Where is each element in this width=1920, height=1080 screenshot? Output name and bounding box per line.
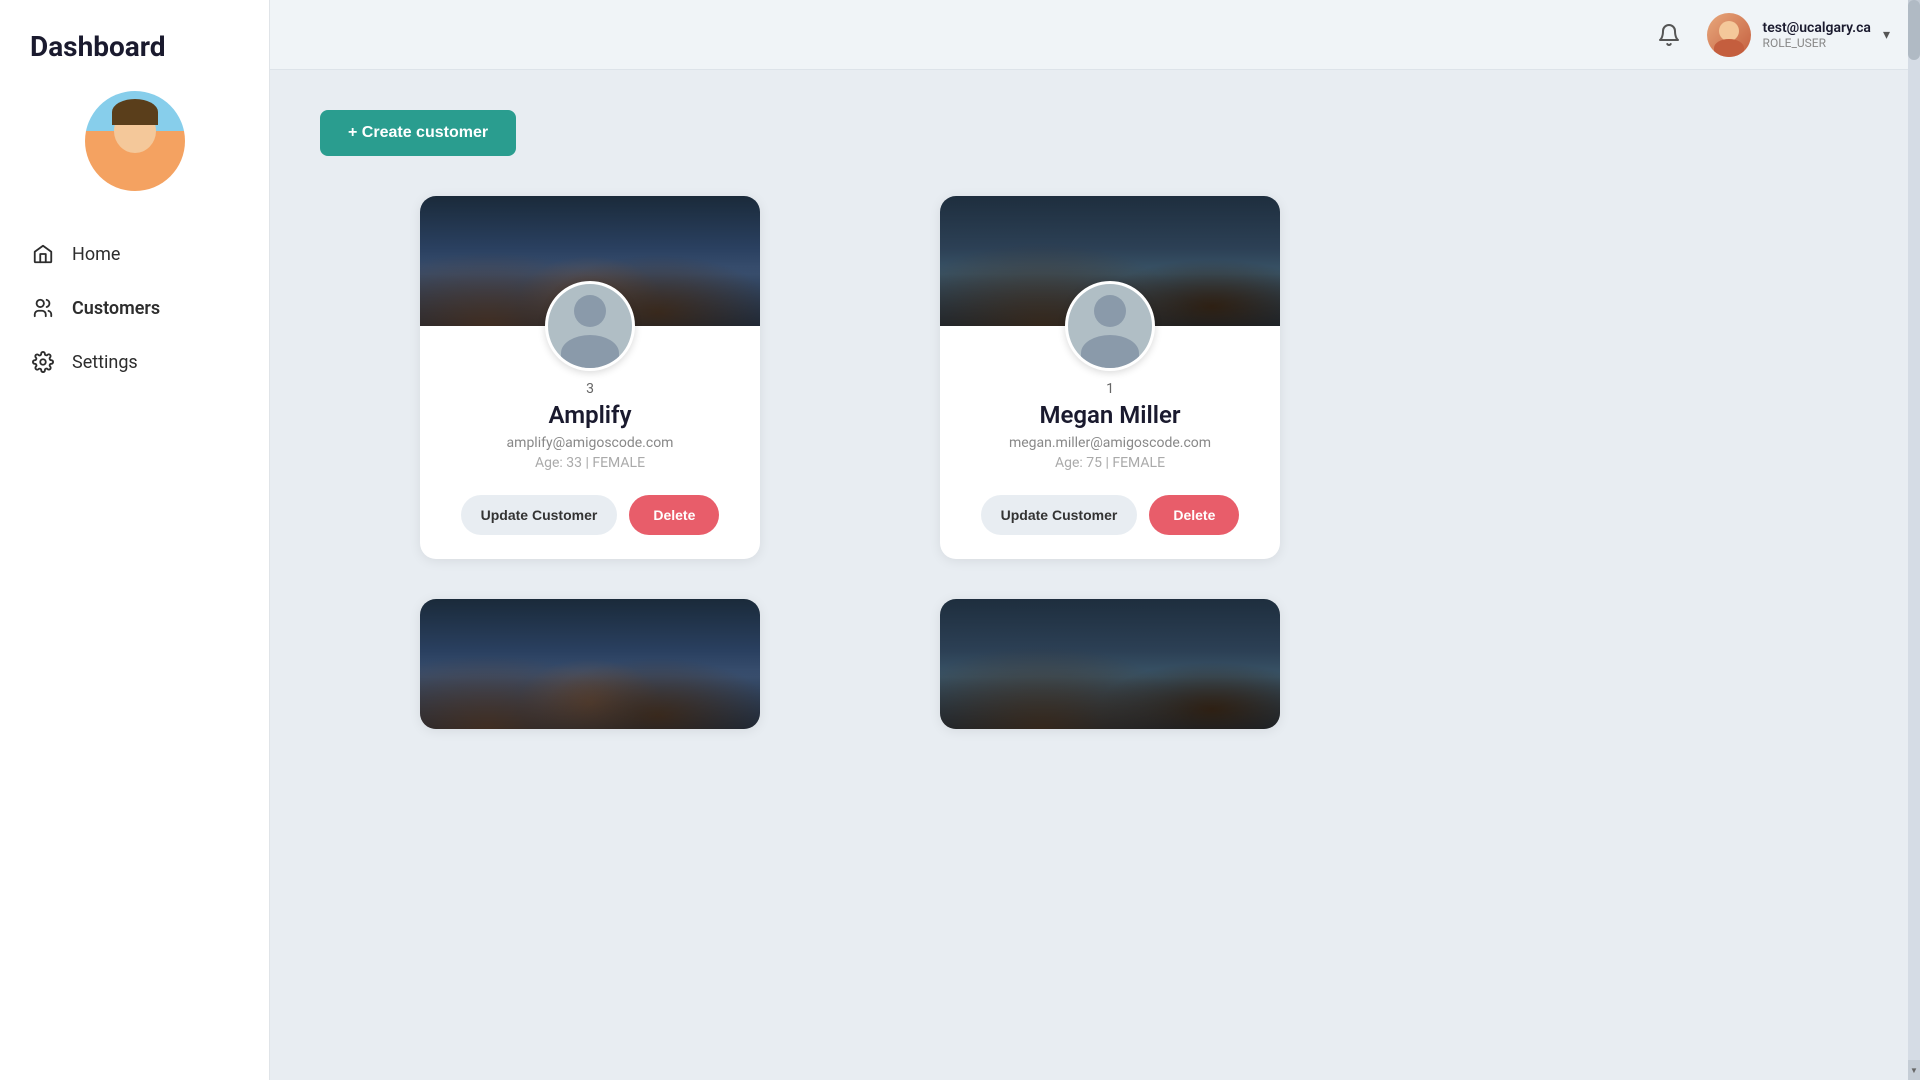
main-area: test@ucalgary.ca ROLE_USER ▾ + Create cu…	[270, 0, 1920, 1080]
card-body-0: 3 Amplify amplify@amigoscode.com Age: 33…	[420, 381, 760, 559]
sidebar-item-settings[interactable]: Settings	[0, 335, 269, 389]
user-email: test@ucalgary.ca	[1763, 20, 1871, 36]
card-avatar-wrapper-0	[420, 281, 760, 371]
gear-icon	[30, 349, 56, 375]
avatar	[85, 91, 185, 191]
customer-card-3	[940, 599, 1280, 729]
sidebar: Dashboard Home Customers	[0, 0, 270, 1080]
card-avatar-wrapper-1	[940, 281, 1280, 371]
card-email-0: amplify@amigoscode.com	[507, 435, 674, 451]
user-role: ROLE_USER	[1763, 36, 1871, 50]
card-name-0: Amplify	[549, 401, 632, 429]
card-meta-1: Age: 75 | FEMALE	[1055, 455, 1165, 471]
scrollbar-track: ▲ ▼	[1908, 0, 1920, 1080]
scrollbar-thumb[interactable]	[1908, 0, 1920, 60]
sidebar-item-label-settings: Settings	[72, 352, 138, 373]
delete-customer-button-0[interactable]: Delete	[629, 495, 719, 535]
sidebar-item-customers[interactable]: Customers	[0, 281, 269, 335]
chevron-down-icon: ▾	[1883, 27, 1890, 43]
card-banner-2	[420, 599, 760, 729]
user-menu[interactable]: test@ucalgary.ca ROLE_USER ▾	[1707, 13, 1890, 57]
card-name-1: Megan Miller	[1039, 401, 1180, 429]
sidebar-avatar-container	[0, 91, 269, 191]
create-customer-button[interactable]: + Create customer	[320, 110, 516, 156]
customer-card-0: 3 Amplify amplify@amigoscode.com Age: 33…	[420, 196, 760, 559]
home-icon	[30, 241, 56, 267]
card-id-1: 1	[1106, 381, 1114, 397]
person-icon-1	[1068, 281, 1152, 371]
customer-cards-grid: 3 Amplify amplify@amigoscode.com Age: 33…	[320, 196, 1870, 729]
update-customer-button-0[interactable]: Update Customer	[461, 495, 618, 535]
card-actions-1: Update Customer Delete	[981, 495, 1240, 535]
card-id-0: 3	[586, 381, 594, 397]
header-avatar	[1707, 13, 1751, 57]
sidebar-item-label-customers: Customers	[72, 298, 160, 319]
sidebar-item-label-home: Home	[72, 244, 120, 265]
sidebar-item-home[interactable]: Home	[0, 227, 269, 281]
card-avatar-1	[1065, 281, 1155, 371]
card-avatar-0	[545, 281, 635, 371]
card-meta-0: Age: 33 | FEMALE	[535, 455, 645, 471]
card-body-1: 1 Megan Miller megan.miller@amigoscode.c…	[940, 381, 1280, 559]
update-customer-button-1[interactable]: Update Customer	[981, 495, 1138, 535]
sidebar-nav: Home Customers Settings	[0, 227, 269, 389]
sidebar-title: Dashboard	[0, 30, 196, 63]
customer-card-2	[420, 599, 760, 729]
header: test@ucalgary.ca ROLE_USER ▾	[270, 0, 1920, 70]
scrollbar-arrow-down[interactable]: ▼	[1908, 1060, 1920, 1080]
user-info: test@ucalgary.ca ROLE_USER	[1763, 20, 1871, 50]
person-icon-0	[548, 281, 632, 371]
customer-card-1: 1 Megan Miller megan.miller@amigoscode.c…	[940, 196, 1280, 559]
users-icon	[30, 295, 56, 321]
delete-customer-button-1[interactable]: Delete	[1149, 495, 1239, 535]
card-banner-3	[940, 599, 1280, 729]
card-actions-0: Update Customer Delete	[461, 495, 720, 535]
content-area: + Create customer 3 Amplify amplify@amig…	[270, 70, 1920, 1080]
notification-bell[interactable]	[1651, 17, 1687, 53]
card-email-1: megan.miller@amigoscode.com	[1009, 435, 1211, 451]
